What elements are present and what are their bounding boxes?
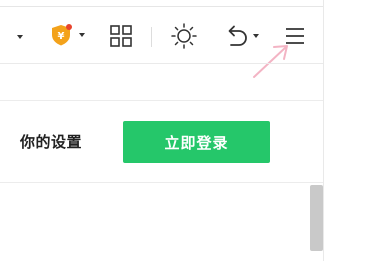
scrollbar-thumb[interactable] xyxy=(310,185,323,251)
divider xyxy=(0,182,323,183)
shield-symbol: ¥ xyxy=(58,31,65,42)
undo-icon xyxy=(228,25,247,46)
sync-settings-text: 你的设置 xyxy=(20,134,83,151)
browser-menu-panel: ¥ 你的设置 立即登录 xyxy=(0,0,370,261)
panel-right-border xyxy=(323,0,324,261)
undo-dropdown-chevron-icon[interactable] xyxy=(252,34,259,38)
login-button[interactable]: 立即登录 xyxy=(123,121,270,163)
annotation-arrow-icon xyxy=(253,45,288,78)
sun-icon xyxy=(171,23,197,49)
shield-button[interactable]: ¥ xyxy=(44,22,90,48)
divider xyxy=(0,63,323,64)
shield-yuan-icon: ¥ xyxy=(52,24,72,46)
grid-icon xyxy=(110,25,132,47)
shield-dropdown-chevron-icon[interactable] xyxy=(79,33,85,37)
toolbar-divider xyxy=(151,27,152,47)
theme-button[interactable] xyxy=(170,22,198,50)
login-section: 你的设置 立即登录 xyxy=(0,101,323,181)
chevron-down-icon[interactable] xyxy=(17,35,23,39)
apps-button[interactable] xyxy=(109,24,133,48)
